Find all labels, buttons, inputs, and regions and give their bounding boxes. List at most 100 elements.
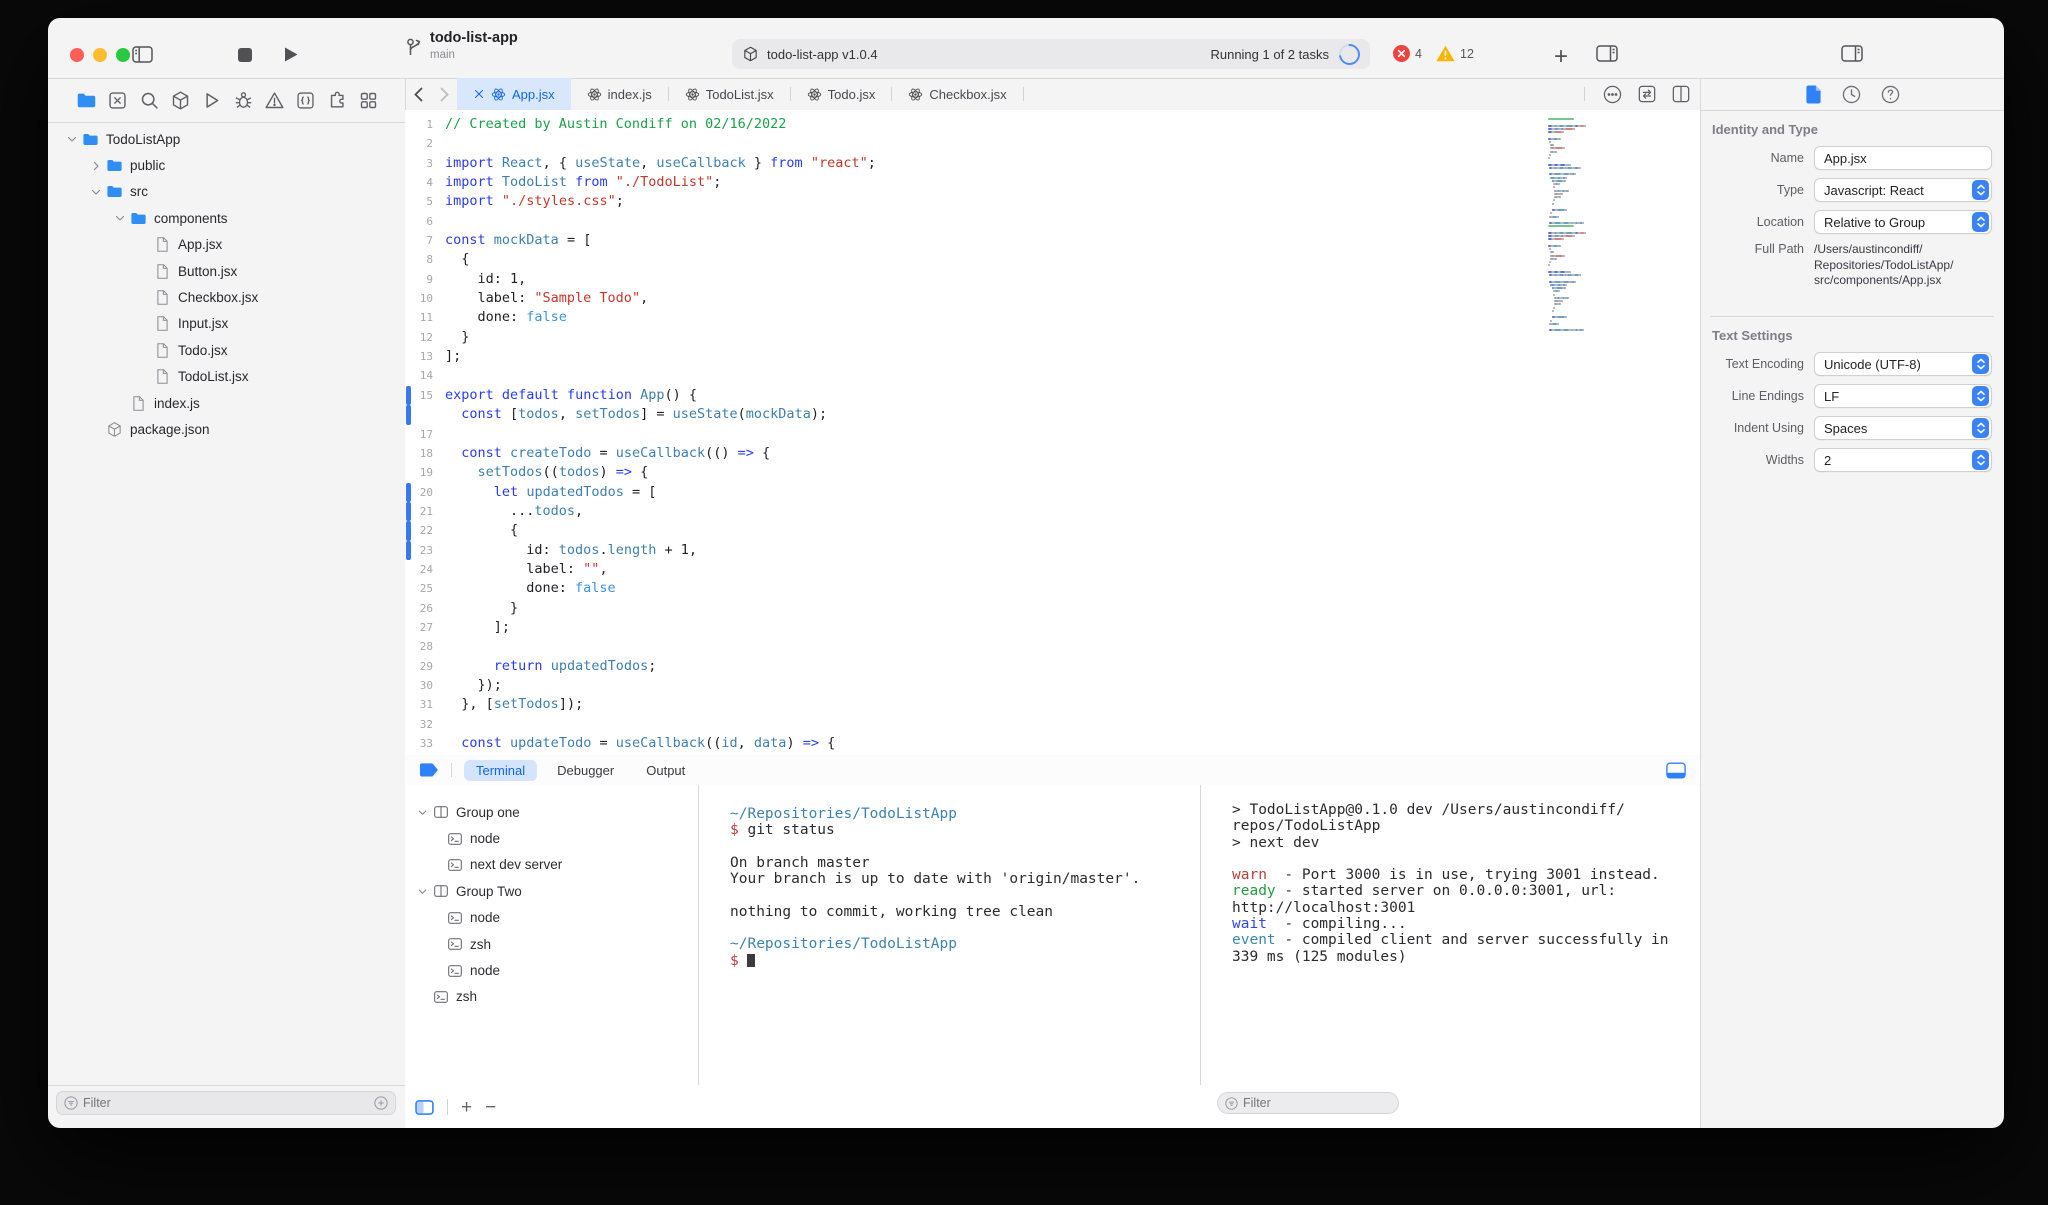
left-sidebar-toggle-button[interactable]	[132, 46, 153, 63]
terminal-filter-input[interactable]	[1238, 1096, 1391, 1110]
stop-button[interactable]	[238, 48, 252, 62]
code-line[interactable]: 1 // Created by Austin Condiff on 02/16/2…	[405, 115, 1700, 134]
code-line[interactable]: 31 }, [setTodos]);	[405, 695, 1700, 714]
tree-item-todo-jsx[interactable]: Todo.jsx	[48, 337, 405, 363]
symbols-navigator-icon[interactable]	[295, 90, 316, 111]
traffic-light-zoom[interactable]	[116, 48, 130, 62]
dropdown-location[interactable]: Relative to Group	[1814, 210, 1992, 234]
terminal-output-right[interactable]: > TodoListApp@0.1.0 dev /Users/austincon…	[1216, 785, 1700, 1085]
code-line[interactable]: 10 label: "Sample Todo",	[405, 289, 1700, 308]
remove-terminal-button[interactable]: −	[485, 1098, 496, 1117]
tree-item-todolistapp[interactable]: TodoListApp	[48, 126, 405, 152]
bug-navigator-icon[interactable]	[233, 90, 254, 111]
code-line[interactable]: 5 import "./styles.css";	[405, 192, 1700, 211]
code-line[interactable]: 28	[405, 637, 1700, 656]
code-line[interactable]: 29 return updatedTodos;	[405, 657, 1700, 676]
tab-app-jsx[interactable]: App.jsx	[457, 78, 571, 110]
chevron-down-icon[interactable]	[66, 133, 78, 145]
help-inspector-icon[interactable]	[1881, 85, 1900, 104]
code-line[interactable]: 20 let updatedTodos = [	[405, 482, 1700, 502]
code-line[interactable]: 32	[405, 715, 1700, 734]
code-line[interactable]: 6	[405, 212, 1700, 231]
session-next-dev-server[interactable]: next dev server	[405, 852, 698, 878]
code-line[interactable]: 19 setTodos((todos) => {	[405, 463, 1700, 482]
warning-badge[interactable]: 12	[1436, 45, 1474, 62]
session-node[interactable]: node	[405, 957, 698, 983]
session-node[interactable]: node	[405, 825, 698, 851]
source-control-navigator-icon[interactable]	[107, 90, 128, 111]
code-line[interactable]: 4 import TodoList from "./TodoList";	[405, 173, 1700, 192]
tree-item-todolist-jsx[interactable]: TodoList.jsx	[48, 364, 405, 390]
session-node[interactable]: node	[405, 905, 698, 931]
tab-index-js[interactable]: index.js	[571, 78, 668, 110]
terminal-sidebar-toggle-button[interactable]	[415, 1099, 434, 1115]
tree-item-checkbox-jsx[interactable]: Checkbox.jsx	[48, 284, 405, 310]
chevron-down-icon[interactable]	[417, 886, 428, 897]
tree-item-components[interactable]: components	[48, 205, 405, 231]
dropdown-stepper-icon[interactable]	[1972, 418, 1989, 438]
tag-icon[interactable]	[419, 762, 439, 778]
code-line[interactable]: 12 }	[405, 328, 1700, 347]
code-line[interactable]: 14	[405, 366, 1700, 385]
code-line[interactable]: 23 id: todos.length + 1,	[405, 540, 1700, 560]
right-panel-toggle-button[interactable]	[1596, 45, 1618, 62]
dropdown-line-endings[interactable]: LF	[1814, 384, 1992, 408]
apps-navigator-icon[interactable]	[358, 90, 379, 111]
code-line[interactable]: 2	[405, 134, 1700, 153]
tree-item-public[interactable]: public	[48, 152, 405, 178]
extensions-navigator-icon[interactable]	[327, 90, 348, 111]
split-editor-button[interactable]	[1672, 85, 1690, 103]
tree-item-package-json[interactable]: package.json	[48, 416, 405, 442]
run-navigator-icon[interactable]	[201, 90, 222, 111]
navigator-filter-input[interactable]	[78, 1096, 374, 1110]
files-navigator-icon[interactable]	[76, 90, 97, 111]
code-line[interactable]: const [todos, setTodos] = useState(mockD…	[405, 405, 1700, 425]
code-editor[interactable]: 1 // Created by Austin Condiff on 02/16/2…	[405, 110, 1700, 755]
session-zsh[interactable]: zsh	[405, 931, 698, 957]
traffic-light-minimize[interactable]	[93, 48, 107, 62]
code-line[interactable]: 27 ];	[405, 618, 1700, 637]
add-terminal-button[interactable]: +	[461, 1098, 472, 1117]
tab-close-icon[interactable]	[473, 88, 485, 100]
code-line[interactable]: 24 label: "",	[405, 560, 1700, 579]
code-line[interactable]: 8 {	[405, 250, 1700, 269]
dropdown-text-encoding[interactable]: Unicode (UTF-8)	[1814, 352, 1992, 376]
chevron-down-icon[interactable]	[417, 807, 428, 818]
code-line[interactable]: 18 const createTodo = useCallback(() => …	[405, 444, 1700, 463]
terminal-filter-field[interactable]	[1217, 1092, 1399, 1114]
packages-navigator-icon[interactable]	[170, 90, 191, 111]
code-line[interactable]: 9 id: 1,	[405, 270, 1700, 289]
tree-item-input-jsx[interactable]: Input.jsx	[48, 311, 405, 337]
tab-todo-jsx[interactable]: Todo.jsx	[791, 78, 892, 110]
code-line[interactable]: 3 import React, { useState, useCallback }…	[405, 154, 1700, 173]
add-button[interactable]: +	[1554, 43, 1568, 71]
search-navigator-icon[interactable]	[139, 90, 160, 111]
run-button[interactable]	[283, 46, 299, 63]
tab-todolist-jsx[interactable]: TodoList.jsx	[669, 78, 790, 110]
chevron-down-icon[interactable]	[114, 212, 126, 224]
inspector-panel-toggle-button[interactable]	[1841, 45, 1863, 62]
code-line[interactable]: 13];	[405, 347, 1700, 366]
traffic-light-close[interactable]	[70, 48, 84, 62]
add-filter-icon[interactable]	[374, 1096, 388, 1110]
dropdown-stepper-icon[interactable]	[1972, 212, 1989, 232]
activity-status-pill[interactable]: todo-list-app v1.0.4 Running 1 of 2 task…	[732, 39, 1370, 69]
terminal-output-left[interactable]: ~/Repositories/TodoListApp $ git status On…	[714, 785, 1216, 1085]
tab-checkbox-jsx[interactable]: Checkbox.jsx	[892, 78, 1022, 110]
forward-button[interactable]	[431, 78, 457, 110]
chevron-down-icon[interactable]	[90, 186, 102, 198]
code-line[interactable]: 22 {	[405, 521, 1700, 541]
minimap[interactable]	[1548, 118, 1606, 333]
code-line[interactable]: 7 const mockData = [	[405, 231, 1700, 250]
more-actions-button[interactable]	[1603, 85, 1622, 104]
session-group-one[interactable]: Group one	[405, 799, 698, 825]
dropdown-stepper-icon[interactable]	[1972, 386, 1989, 406]
tree-item-app-jsx[interactable]: App.jsx	[48, 232, 405, 258]
code-line[interactable]: 26 }	[405, 599, 1700, 618]
collapse-panel-button[interactable]	[1666, 762, 1686, 779]
dropdown-stepper-icon[interactable]	[1972, 450, 1989, 470]
code-line[interactable]: 21 ...todos,	[405, 501, 1700, 522]
code-line[interactable]: 11 done: false	[405, 308, 1700, 327]
code-line[interactable]: 25 done: false	[405, 579, 1700, 598]
dropdown-type[interactable]: Javascript: React	[1814, 178, 1992, 202]
